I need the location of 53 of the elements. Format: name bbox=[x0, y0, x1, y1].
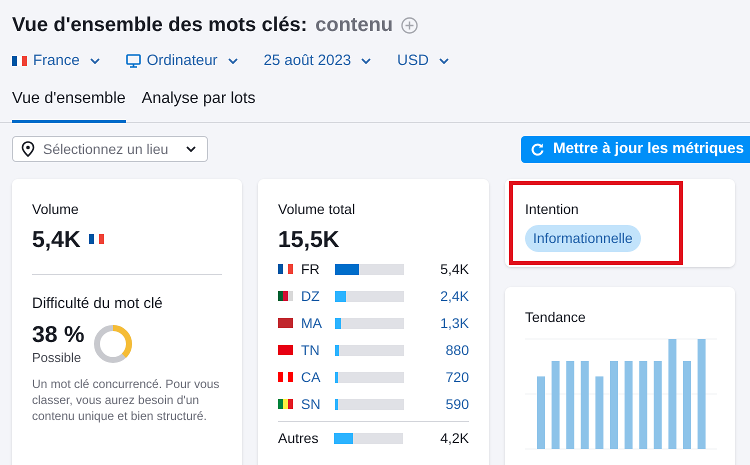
country-code: MA bbox=[301, 314, 323, 332]
flag-icon bbox=[12, 56, 27, 66]
others-label: Autres bbox=[278, 429, 320, 448]
country-volume: 5,4K bbox=[440, 260, 469, 278]
total-volume-label: Volume total bbox=[278, 200, 356, 218]
difficulty-description: Un mot clé concurrencé. Pour vous classer, vous aurez besoin d'un contenu unique et bien structuré. bbox=[32, 376, 220, 424]
chevron-down-icon bbox=[186, 146, 196, 152]
flag-icon bbox=[278, 318, 293, 328]
location-pin-icon bbox=[21, 141, 35, 157]
country-volume[interactable]: 720 bbox=[446, 366, 469, 388]
flag-icon bbox=[278, 345, 293, 355]
country-volume[interactable]: 880 bbox=[446, 340, 469, 360]
volume-label: Volume bbox=[32, 200, 80, 218]
filter-dropdown[interactable]: Ordinateur bbox=[126, 50, 238, 72]
chevron-down-icon bbox=[361, 58, 372, 64]
chevron-down-icon bbox=[228, 58, 238, 64]
location-input[interactable]: Sélectionnez un lieu bbox=[43, 138, 178, 160]
filter-dropdown[interactable]: 25 août 2023 bbox=[264, 50, 372, 72]
difficulty-label: Difficulté du mot clé bbox=[32, 294, 164, 314]
difficulty-value: 38 % bbox=[32, 320, 84, 348]
trend-label: Tendance bbox=[525, 308, 587, 326]
tab[interactable]: Analyse par lots bbox=[142, 86, 256, 122]
filter-dropdown[interactable]: France bbox=[12, 50, 100, 72]
country-volume[interactable]: 590 bbox=[446, 394, 469, 414]
intent-label: Intention bbox=[525, 200, 580, 218]
country-volume[interactable]: 1,3K bbox=[440, 312, 469, 334]
tab[interactable]: Vue d'ensemble bbox=[12, 86, 126, 122]
total-volume-value: 15,5K bbox=[278, 224, 340, 254]
volume-value: 5,4K bbox=[32, 224, 81, 254]
flag-icon bbox=[278, 372, 293, 382]
chevron-down-icon bbox=[438, 58, 449, 64]
filter-dropdown[interactable]: USD bbox=[397, 50, 449, 72]
page-title: Vue d'ensemble des mots clés: bbox=[12, 13, 308, 38]
country-code: DZ bbox=[301, 286, 321, 306]
country-code: SN bbox=[301, 394, 322, 414]
flag-icon bbox=[278, 264, 293, 274]
flag-icon bbox=[278, 291, 293, 301]
update-metrics-button[interactable]: Mettre à jour les métriques bbox=[521, 136, 750, 162]
refresh-icon bbox=[530, 142, 546, 156]
country-code: FR bbox=[301, 260, 321, 278]
country-code: TN bbox=[301, 340, 321, 360]
location-select[interactable]: Sélectionnez un lieu bbox=[12, 136, 208, 162]
flag-icon bbox=[278, 399, 293, 409]
monitor-icon bbox=[126, 54, 141, 68]
flag-icon bbox=[88, 234, 104, 244]
others-volume: 4,2K bbox=[440, 429, 469, 448]
country-volume[interactable]: 2,4K bbox=[440, 286, 469, 306]
keyword-text: contenu bbox=[315, 13, 394, 38]
add-icon[interactable] bbox=[401, 16, 418, 34]
difficulty-rating: Possible bbox=[32, 349, 82, 368]
chevron-down-icon bbox=[90, 58, 100, 64]
intent-badge: Informationnelle bbox=[525, 224, 641, 252]
country-code: CA bbox=[301, 368, 322, 386]
